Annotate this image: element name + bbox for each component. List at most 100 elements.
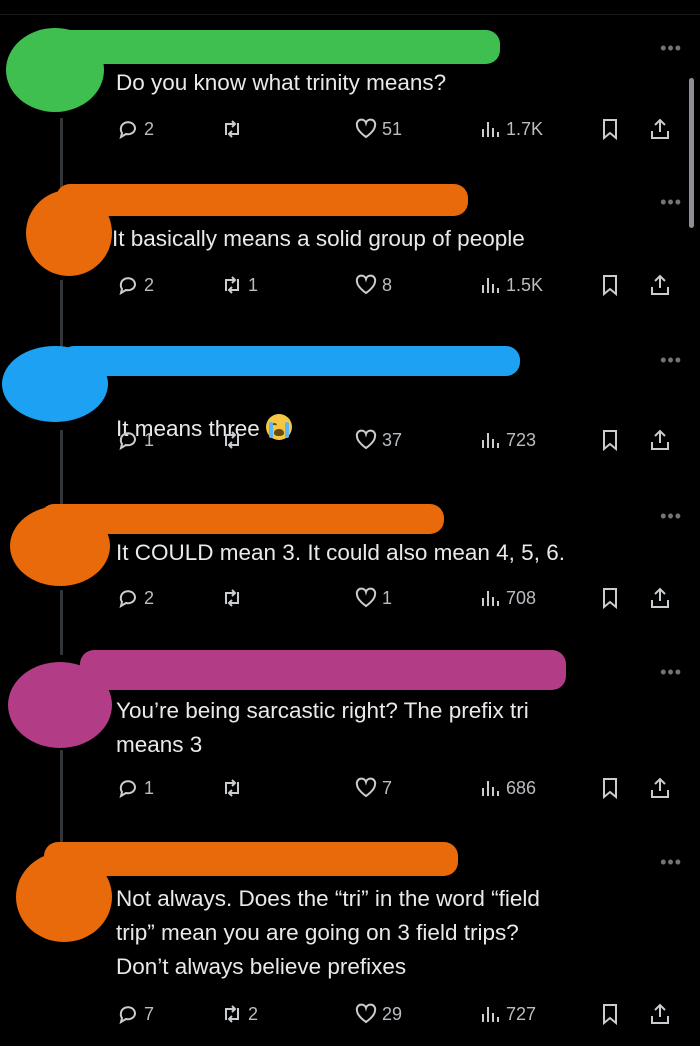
share-button[interactable]	[648, 776, 672, 800]
more-icon[interactable]: •••	[660, 662, 682, 683]
more-icon[interactable]: •••	[660, 350, 682, 371]
share-icon	[651, 429, 669, 450]
view-count: 1.5K	[506, 274, 544, 295]
bookmark-icon	[603, 1004, 617, 1026]
reply-icon	[119, 590, 136, 609]
share-icon	[651, 587, 669, 608]
views-icon	[482, 591, 499, 606]
heart-icon	[355, 1003, 377, 1024]
view-count: 1.7K	[506, 118, 544, 139]
views-button[interactable]: 1.5K	[478, 273, 543, 297]
retweet-icon	[225, 589, 239, 607]
like-button[interactable]: 51	[354, 117, 402, 141]
heart-icon	[355, 118, 377, 139]
views-button[interactable]: 727	[478, 1002, 536, 1026]
retweet-button[interactable]	[220, 117, 248, 141]
reply-count: 2	[144, 118, 155, 139]
bookmark-button[interactable]	[598, 776, 622, 800]
like-count: 51	[382, 118, 403, 139]
heart-icon	[355, 587, 377, 608]
reply-icon	[119, 121, 136, 140]
reply-button[interactable]: 2	[116, 117, 154, 141]
bookmark-icon	[603, 588, 617, 610]
more-icon[interactable]: •••	[660, 38, 682, 59]
views-icon	[482, 433, 499, 448]
views-button[interactable]: 723	[478, 428, 536, 452]
more-icon[interactable]: •••	[660, 506, 682, 527]
reply-icon	[119, 432, 136, 451]
retweet-button[interactable]	[220, 586, 248, 610]
like-count: 29	[382, 1003, 403, 1024]
reply-button[interactable]: 1	[116, 776, 154, 800]
like-button[interactable]: 7	[354, 776, 392, 800]
retweet-button[interactable]	[220, 428, 248, 452]
redacted-username[interactable]	[80, 650, 566, 690]
bookmark-button[interactable]	[598, 586, 622, 610]
heart-icon	[355, 777, 377, 798]
thread-line	[60, 430, 63, 510]
like-count: 8	[382, 274, 393, 295]
bookmark-button[interactable]	[598, 428, 622, 452]
views-button[interactable]: 1.7K	[478, 117, 543, 141]
bookmark-icon	[603, 275, 617, 297]
share-button[interactable]	[648, 1002, 672, 1026]
view-count: 723	[506, 429, 537, 450]
views-icon	[482, 1007, 499, 1022]
reply-icon	[119, 277, 136, 296]
tweet-text: It COULD mean 3. It could also mean 4, 5…	[116, 540, 565, 565]
more-icon[interactable]: •••	[660, 192, 682, 213]
bookmark-button[interactable]	[598, 273, 622, 297]
like-count: 37	[382, 429, 403, 450]
like-button[interactable]: 37	[354, 428, 402, 452]
share-icon	[651, 777, 669, 798]
bookmark-button[interactable]	[598, 117, 622, 141]
reply-button[interactable]: 2	[116, 273, 154, 297]
retweet-icon	[225, 276, 239, 294]
views-button[interactable]: 686	[478, 776, 536, 800]
retweet-button[interactable]	[220, 776, 248, 800]
reply-button[interactable]: 2	[116, 586, 154, 610]
more-icon[interactable]: •••	[660, 852, 682, 873]
share-icon	[651, 118, 669, 139]
tweet-actions: 1 37 723	[116, 428, 676, 456]
retweet-button[interactable]: 2	[220, 1002, 258, 1026]
views-icon	[482, 781, 499, 796]
tweet-text: Do you know what trinity means?	[116, 70, 447, 95]
retweet-icon	[225, 779, 239, 797]
views-button[interactable]: 708	[478, 586, 536, 610]
reply-button[interactable]: 1	[116, 428, 154, 452]
view-count: 708	[506, 587, 537, 608]
share-button[interactable]	[648, 117, 672, 141]
like-count: 1	[382, 587, 393, 608]
tweet-text: Not always. Does the “tri” in the word “…	[116, 886, 540, 979]
top-rule	[0, 0, 700, 15]
tweet-actions: 1 7 686	[116, 776, 676, 804]
reply-icon	[119, 1006, 136, 1025]
tweet-actions: 2 1 8 1.5K	[116, 273, 676, 301]
tweet-actions: 7 2 29 727	[116, 1002, 676, 1030]
redacted-username[interactable]	[56, 184, 468, 216]
reply-count: 1	[144, 777, 155, 798]
redacted-username[interactable]	[44, 842, 458, 876]
heart-icon	[355, 429, 377, 450]
redacted-username[interactable]	[60, 346, 520, 376]
bookmark-icon	[603, 430, 617, 452]
bookmark-icon	[603, 119, 617, 141]
share-button[interactable]	[648, 273, 672, 297]
like-button[interactable]: 1	[354, 586, 392, 610]
like-button[interactable]: 29	[354, 1002, 402, 1026]
thread-line	[60, 590, 63, 655]
view-count: 727	[506, 1003, 537, 1024]
share-button[interactable]	[648, 586, 672, 610]
like-button[interactable]: 8	[354, 273, 392, 297]
thread-line	[60, 280, 63, 350]
tweet-actions: 2 1 708	[116, 586, 676, 614]
retweet-icon	[225, 431, 239, 449]
reply-button[interactable]: 7	[116, 1002, 154, 1026]
redacted-username[interactable]	[40, 30, 500, 64]
scrollbar[interactable]	[689, 78, 694, 228]
redacted-username[interactable]	[40, 504, 444, 534]
retweet-button[interactable]: 1	[220, 273, 258, 297]
bookmark-button[interactable]	[598, 1002, 622, 1026]
share-button[interactable]	[648, 428, 672, 452]
